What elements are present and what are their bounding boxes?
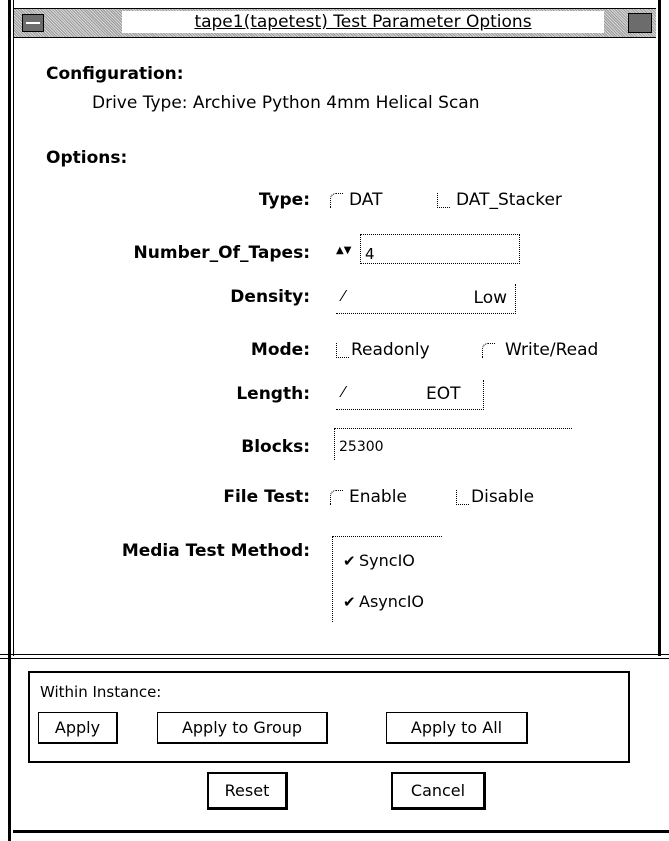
- number-of-tapes-stepper[interactable]: ▲▼: [336, 245, 351, 256]
- type-option-dat[interactable]: DAT: [330, 190, 383, 210]
- configuration-heading: Configuration:: [46, 64, 184, 84]
- file-test-label: File Test:: [223, 487, 310, 507]
- radio-icon: [437, 192, 450, 208]
- blocks-input[interactable]: 25300: [334, 428, 572, 460]
- window-resize-button[interactable]: [628, 13, 652, 33]
- file-test-option-enable-label: Enable: [349, 487, 407, 507]
- radio-icon: [336, 342, 349, 358]
- apply-to-all-button[interactable]: Apply to All: [386, 712, 528, 744]
- radio-icon: [330, 489, 343, 505]
- radio-icon: [456, 489, 469, 505]
- radio-icon: [482, 342, 495, 358]
- file-test-option-enable[interactable]: Enable: [330, 487, 407, 507]
- separator-line: [0, 658, 669, 659]
- stepper-down-icon[interactable]: ▼: [344, 245, 352, 256]
- stepper-up-icon[interactable]: ▲: [336, 245, 344, 256]
- window-frame-bottom: [13, 830, 669, 833]
- media-test-asyncio-label: AsyncIO: [359, 592, 424, 611]
- media-test-method-label: Media Test Method:: [121, 541, 310, 561]
- blocks-label: Blocks:: [241, 437, 310, 457]
- title-bar[interactable]: tape1(tapetest) Test Parameter Options: [14, 8, 656, 38]
- cancel-button[interactable]: Cancel: [391, 772, 486, 810]
- options-heading: Options:: [46, 148, 128, 168]
- window-menu-button[interactable]: [22, 14, 44, 32]
- mode-option-write-read[interactable]: Write/Read: [482, 340, 598, 360]
- apply-to-group-button[interactable]: Apply to Group: [157, 712, 328, 744]
- mode-label: Mode:: [250, 340, 310, 360]
- window-frame-right: [658, 0, 661, 656]
- window-frame-left: [8, 0, 11, 841]
- density-label: Density:: [230, 287, 310, 307]
- file-test-option-disable-label: Disable: [471, 487, 535, 507]
- apply-button[interactable]: Apply: [38, 712, 118, 744]
- number-of-tapes-label: Number_Of_Tapes:: [133, 243, 310, 263]
- media-test-asyncio[interactable]: ✔ AsyncIO: [343, 592, 424, 611]
- type-option-dat-label: DAT: [349, 190, 383, 210]
- check-icon: ✔: [343, 593, 356, 611]
- media-test-syncio-label: SyncIO: [359, 551, 415, 570]
- density-value: Low: [473, 288, 507, 308]
- menu-caret-icon: ⁄: [342, 287, 345, 305]
- type-option-dat-stacker[interactable]: DAT_Stacker: [437, 190, 562, 210]
- within-instance-group: Within Instance:: [28, 671, 630, 763]
- radio-icon: [330, 192, 343, 208]
- length-label: Length:: [236, 384, 310, 404]
- type-label: Type:: [258, 190, 310, 210]
- window-frame-left-inner: [13, 0, 14, 656]
- reset-button[interactable]: Reset: [207, 772, 288, 810]
- mode-option-readonly-label: Readonly: [351, 340, 430, 360]
- type-option-dat-stacker-label: DAT_Stacker: [456, 190, 562, 210]
- media-test-method-group: ✔ SyncIO ✔ AsyncIO: [332, 536, 442, 622]
- separator-line: [0, 654, 669, 655]
- menu-caret-icon: ⁄: [342, 383, 345, 401]
- window-title: tape1(tapetest) Test Parameter Options: [122, 11, 604, 33]
- drive-type-text: Drive Type: Archive Python 4mm Helical S…: [92, 93, 480, 113]
- length-value: EOT: [426, 384, 461, 404]
- length-menu[interactable]: ⁄ EOT: [336, 380, 484, 410]
- media-test-syncio[interactable]: ✔ SyncIO: [343, 551, 415, 570]
- mode-option-readonly[interactable]: Readonly: [336, 340, 430, 360]
- within-instance-label: Within Instance:: [40, 683, 162, 701]
- check-icon: ✔: [343, 552, 356, 570]
- mode-option-write-read-label: Write/Read: [505, 340, 599, 360]
- density-menu[interactable]: ⁄ Low: [336, 284, 516, 314]
- file-test-option-disable[interactable]: Disable: [456, 487, 534, 507]
- number-of-tapes-input[interactable]: 4: [360, 234, 520, 264]
- test-parameter-options-window: tape1(tapetest) Test Parameter Options C…: [0, 0, 669, 841]
